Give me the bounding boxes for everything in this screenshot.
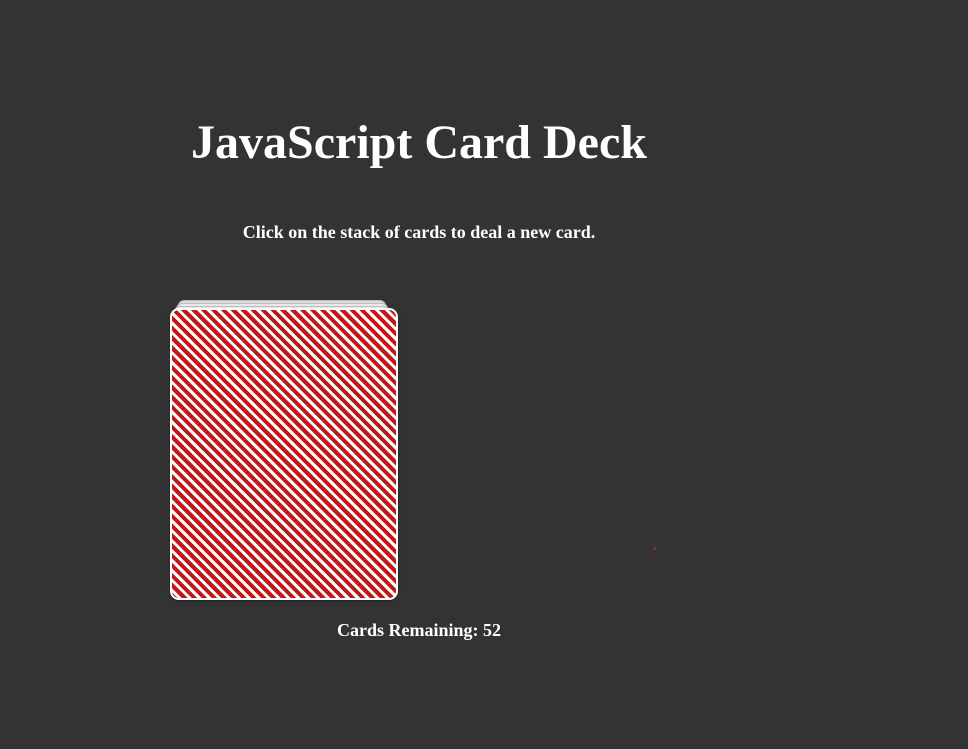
cards-remaining-label: Cards Remaining: [336, 620, 479, 640]
dealt-card-marker [653, 547, 656, 550]
card-deck-page: JavaScript Card Deck Click on the stack … [0, 0, 968, 749]
card-stack[interactable] [170, 298, 398, 602]
card-back-top[interactable] [170, 308, 398, 600]
cards-remaining: Cards Remaining: 52 [0, 618, 838, 642]
cards-remaining-count: 52 [483, 620, 501, 640]
page-title: JavaScript Card Deck [191, 116, 647, 169]
instructions-text: Click on the stack of cards to deal a ne… [242, 222, 596, 242]
